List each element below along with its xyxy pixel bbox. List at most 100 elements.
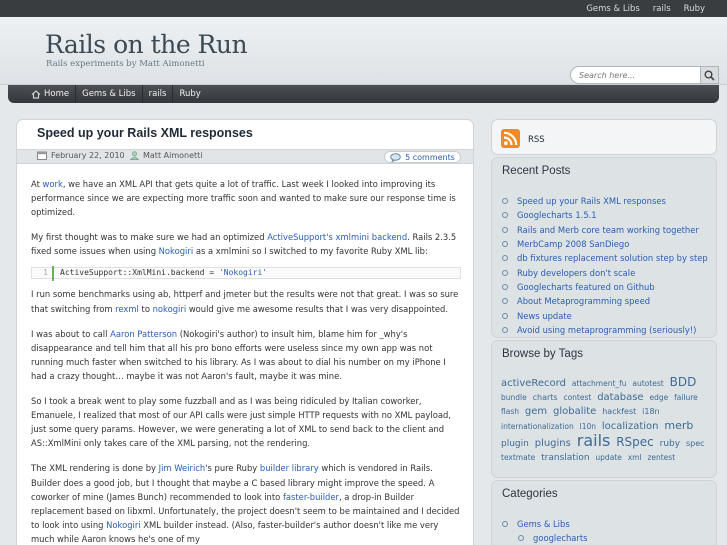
list-item[interactable]: Avoid using metaprogramming (seriously!) xyxy=(502,323,708,337)
tag-link[interactable]: l10n xyxy=(580,422,596,431)
main-nav: Home Gems & Libs rails Ruby xyxy=(8,85,719,103)
recent-post-link[interactable]: News update xyxy=(517,311,572,321)
search-box xyxy=(570,66,719,84)
category-link[interactable]: Gems & Libs xyxy=(517,519,570,529)
search-input[interactable] xyxy=(571,67,699,83)
recent-posts-list: Speed up your Rails XML responses Google… xyxy=(502,194,708,337)
link-jim-weirich[interactable]: Jim Weirich xyxy=(159,463,206,473)
tag-link[interactable]: database xyxy=(597,392,643,403)
recent-post-link[interactable]: MerbCamp 2008 SanDiego xyxy=(517,239,629,249)
text: as a xmlmini so I switched to my favorit… xyxy=(193,246,428,257)
rss-label: RSS xyxy=(528,135,545,145)
tag-link[interactable]: BDD xyxy=(670,375,697,389)
bullet-icon xyxy=(502,269,508,276)
tag-link[interactable]: xml xyxy=(628,453,642,462)
tag-link[interactable]: attachment_fu xyxy=(572,379,627,388)
recent-post-link[interactable]: Googlecharts featured on Github xyxy=(517,282,655,292)
list-item[interactable]: Googlecharts featured on Github xyxy=(502,280,708,294)
list-item[interactable]: Ruby developers don't scale xyxy=(502,265,708,279)
recent-post-link[interactable]: About Metaprogramming speed xyxy=(517,296,650,306)
nav-ruby[interactable]: Ruby xyxy=(173,85,206,103)
bullet-icon xyxy=(502,198,508,205)
tag-link[interactable]: contest xyxy=(563,393,591,402)
link-rexml[interactable]: rexml xyxy=(115,304,139,314)
tag-link[interactable]: charts xyxy=(533,393,558,402)
recent-post-link[interactable]: Rails and Merb core team working togethe… xyxy=(517,225,699,235)
link-xmlmini-backend[interactable]: ActiveSupport's xmlmini backend xyxy=(267,232,407,242)
tag-link[interactable]: textmate xyxy=(501,453,535,462)
text: At xyxy=(31,179,43,189)
list-item[interactable]: db fixtures replacement solution step by… xyxy=(502,251,708,265)
tag-link[interactable]: ruby xyxy=(660,439,680,449)
recent-post-link[interactable]: Googlecharts 1.5.1 xyxy=(517,210,597,220)
tag-link[interactable]: i18n xyxy=(642,407,659,416)
search-button[interactable] xyxy=(700,66,719,84)
list-item[interactable]: News update xyxy=(502,308,708,322)
tag-link[interactable]: autotest xyxy=(632,379,663,388)
site-tagline: Rails experiments by Matt Aimonetti xyxy=(46,59,205,69)
topnav-ruby[interactable]: Ruby xyxy=(684,4,705,14)
post-body: At work, we have an XML API that gets qu… xyxy=(31,177,461,545)
link-nokogiri[interactable]: nokogiri xyxy=(153,304,187,314)
recent-post-link[interactable]: Speed up your Rails XML responses xyxy=(517,196,666,206)
list-item[interactable]: About Metaprogramming speed xyxy=(502,294,708,308)
tag-link[interactable]: gem xyxy=(525,406,547,417)
nav-gems-libs[interactable]: Gems & Libs xyxy=(76,85,143,103)
tag-link[interactable]: merb xyxy=(664,419,693,432)
tag-link[interactable]: globalite xyxy=(553,406,596,417)
bullet-icon xyxy=(502,326,508,333)
tag-cloud: activeRecord attachment_fu autotest BDD … xyxy=(501,375,711,465)
link-aaron-patterson[interactable]: Aaron Patterson xyxy=(110,329,177,339)
link-builder-library[interactable]: builder library xyxy=(260,463,319,473)
tag-link[interactable]: internationalization xyxy=(501,422,574,431)
list-item[interactable]: MerbCamp 2008 SanDiego xyxy=(502,237,708,251)
topnav-gems-libs[interactable]: Gems & Libs xyxy=(586,4,639,14)
tag-link[interactable]: bundle xyxy=(501,393,527,402)
post-author: Matt Aimonetti xyxy=(130,151,203,160)
site-header: Rails on the Run Rails experiments by Ma… xyxy=(0,17,727,85)
tag-link[interactable]: flash xyxy=(501,407,519,416)
tag-link[interactable]: edge xyxy=(649,393,668,402)
tag-link[interactable]: failure xyxy=(674,393,698,402)
tag-link[interactable]: zentest xyxy=(647,453,675,462)
link-faster-builder[interactable]: faster-builder xyxy=(283,492,339,502)
text: to xyxy=(138,303,153,314)
nav-rails[interactable]: rails xyxy=(143,85,174,103)
link-nokogiri[interactable]: Nokogiri xyxy=(159,246,193,256)
tag-link[interactable]: hackfest xyxy=(602,407,636,416)
category-link[interactable]: googlecharts xyxy=(533,533,588,543)
post-date: February 22, 2010 xyxy=(37,151,125,160)
rss-box[interactable]: RSS xyxy=(491,119,717,155)
list-item[interactable]: Gems & Libs xyxy=(502,517,588,531)
top-utility-nav: Gems & Libs rails Ruby xyxy=(0,0,727,17)
recent-post-link[interactable]: Avoid using metaprogramming (seriously!) xyxy=(517,325,696,335)
list-item[interactable]: Rails and Merb core team working togethe… xyxy=(502,223,708,237)
tag-link[interactable]: spec xyxy=(686,439,705,448)
tag-link[interactable]: plugins xyxy=(535,438,571,449)
tag-link[interactable]: plugin xyxy=(501,439,529,449)
post-author-text: Matt Aimonetti xyxy=(143,151,203,160)
recent-post-link[interactable]: Ruby developers don't scale xyxy=(517,268,635,278)
comments-link[interactable]: 5 comments xyxy=(384,151,461,163)
post-title[interactable]: Speed up your Rails XML responses xyxy=(37,126,253,140)
list-item[interactable]: Speed up your Rails XML responses xyxy=(502,194,708,208)
tag-link[interactable]: translation xyxy=(541,453,589,463)
site-title[interactable]: Rails on the Run xyxy=(45,30,248,59)
tag-link[interactable]: localization xyxy=(602,421,659,432)
link-nokogiri[interactable]: Nokogiri xyxy=(106,520,140,530)
list-item[interactable]: Googlecharts 1.5.1 xyxy=(502,208,708,222)
post-paragraph: I was about to call Aaron Patterson (Nok… xyxy=(31,327,461,383)
tag-link[interactable]: activeRecord xyxy=(501,378,566,389)
tag-link[interactable]: rails xyxy=(577,431,611,450)
topnav-rails[interactable]: rails xyxy=(653,4,671,14)
recent-post-link[interactable]: db fixtures replacement solution step by… xyxy=(517,253,708,263)
user-icon xyxy=(130,151,139,160)
home-icon xyxy=(31,89,41,99)
tag-link[interactable]: update xyxy=(595,453,621,462)
list-item[interactable]: googlecharts xyxy=(502,531,588,545)
link-work[interactable]: work xyxy=(43,179,63,189)
post-paragraph: At work, we have an XML API that gets qu… xyxy=(31,177,461,219)
text: I was about to call xyxy=(31,328,111,339)
nav-home[interactable]: Home xyxy=(29,85,77,103)
tag-link[interactable]: RSpec xyxy=(616,435,654,449)
